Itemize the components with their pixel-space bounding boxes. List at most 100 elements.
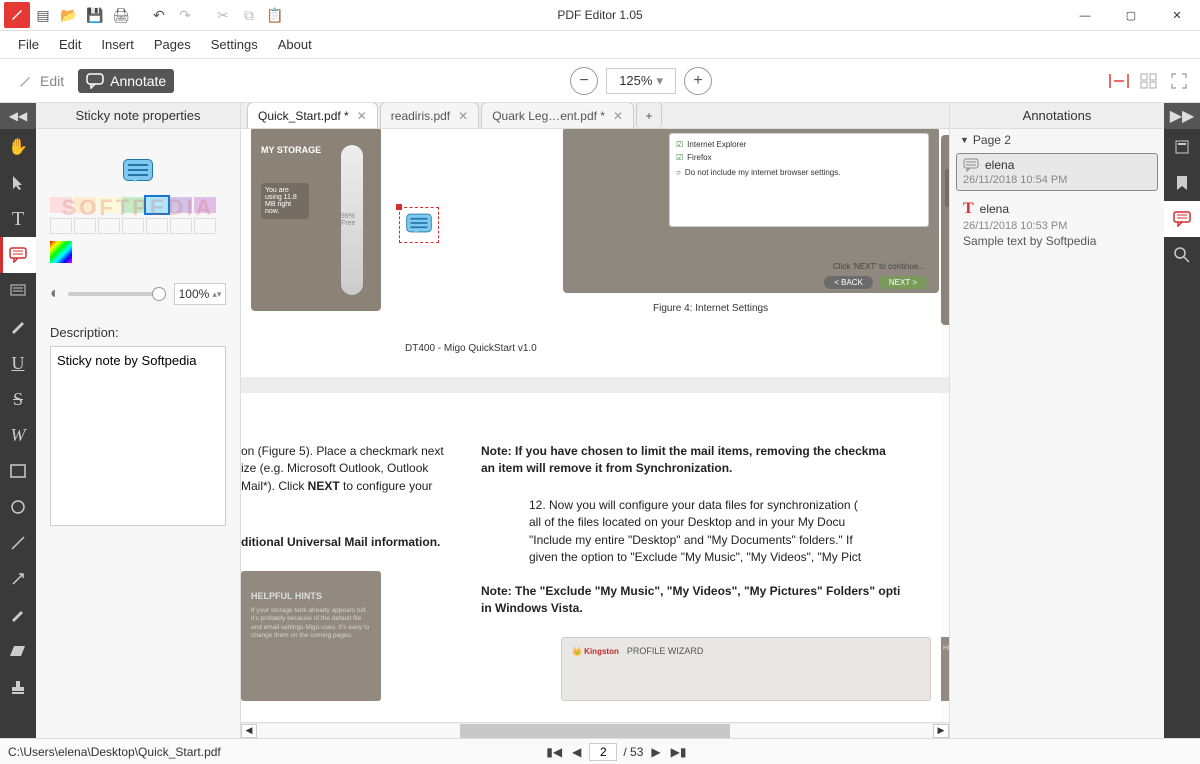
mode-edit-label: Edit	[40, 73, 64, 89]
tab-quark[interactable]: Quark Leg…ent.pdf *✕	[481, 103, 634, 128]
fullscreen-icon[interactable]	[1168, 70, 1190, 92]
tab-add[interactable]: +	[636, 103, 662, 128]
annotation-item[interactable]: Telena 26/11/2018 10:53 PM Sample text b…	[956, 195, 1158, 253]
opacity-value[interactable]: 100%▴▾	[174, 283, 226, 305]
select-tool-icon[interactable]	[0, 165, 36, 201]
close-icon[interactable]: ✕	[613, 109, 623, 123]
tab-readiris[interactable]: readiris.pdf✕	[380, 103, 479, 128]
zoom-in-button[interactable]: +	[684, 67, 712, 95]
annotations-panel: Annotations ▼Page 2 elena 26/11/2018 10:…	[949, 103, 1164, 738]
menu-settings[interactable]: Settings	[201, 33, 268, 56]
page-input[interactable]	[589, 743, 617, 761]
first-page-icon[interactable]: ▮◀	[544, 745, 564, 759]
squiggly-tool-icon[interactable]: W	[0, 417, 36, 453]
menu-insert[interactable]: Insert	[91, 33, 144, 56]
mode-annotate[interactable]: Annotate	[78, 69, 174, 93]
menu-edit[interactable]: Edit	[49, 33, 91, 56]
text-icon: T	[963, 200, 974, 218]
note-tool-icon[interactable]	[0, 237, 36, 273]
next-page-icon[interactable]: ▶	[649, 745, 662, 759]
page-total: / 53	[623, 745, 643, 759]
redo-icon[interactable]: ↷	[172, 2, 198, 28]
mode-edit[interactable]: Edit	[10, 69, 72, 93]
close-icon[interactable]: ✕	[458, 109, 468, 123]
arrow-tool-icon[interactable]	[0, 561, 36, 597]
rect-tool-icon[interactable]	[0, 453, 36, 489]
pencil-tool-icon[interactable]	[0, 597, 36, 633]
app-icon	[4, 2, 30, 28]
close-icon[interactable]: ✕	[357, 109, 367, 123]
menubar: File Edit Insert Pages Settings About	[0, 31, 1200, 59]
description-label: Description:	[50, 325, 226, 340]
storage-bar: 99% Free	[341, 145, 363, 295]
left-toolbar: ◀◀ ✋ T U S W	[0, 103, 36, 738]
properties-title: Sticky note properties	[36, 103, 240, 129]
zoom-out-button[interactable]: −	[570, 67, 598, 95]
annotations-section[interactable]: ▼Page 2	[950, 129, 1164, 151]
menu-about[interactable]: About	[268, 33, 322, 56]
document-viewport[interactable]: MY STORAGE You are using 11.8 MB right n…	[241, 129, 949, 722]
print-icon[interactable]: 🖨	[108, 2, 134, 28]
thumbnails-icon[interactable]	[1164, 129, 1200, 165]
maximize-button[interactable]: ▢	[1108, 0, 1154, 31]
annotations-tab-icon[interactable]	[1164, 201, 1200, 237]
underline-tool-icon[interactable]: U	[0, 345, 36, 381]
titlebar: ▤ 📂 💾 🖨 ↶ ↷ ✂ ⧉ 📋 PDF Editor 1.05 — ▢ ✕	[0, 0, 1200, 31]
storage-info: You are using 11.8 MB right now.	[261, 183, 309, 219]
window-title: PDF Editor 1.05	[557, 8, 642, 22]
search-icon[interactable]	[1164, 237, 1200, 273]
bookmarks-icon[interactable]	[1164, 165, 1200, 201]
figure-caption: Figure 4: Internet Settings	[653, 303, 768, 314]
cut-icon[interactable]: ✂	[210, 2, 236, 28]
view-width-icon[interactable]	[1108, 70, 1130, 92]
menu-pages[interactable]: Pages	[144, 33, 201, 56]
save-icon[interactable]: 💾	[82, 2, 108, 28]
menu-file[interactable]: File	[8, 33, 49, 56]
marker-tool-icon[interactable]	[0, 309, 36, 345]
page-nav: ▮◀ ◀ / 53 ▶ ▶▮	[221, 743, 1012, 761]
zoom-field[interactable]: 125%▾	[606, 68, 676, 94]
view-grid-icon[interactable]	[1138, 70, 1160, 92]
opacity-slider[interactable]	[68, 292, 166, 296]
color-picker-icon[interactable]	[50, 241, 72, 263]
collapse-left-icon[interactable]: ◀◀	[0, 103, 36, 129]
mode-toolbar: Edit Annotate − 125%▾ +	[0, 59, 1200, 103]
scroll-left-icon[interactable]: ◀	[241, 724, 257, 738]
document-tabs: Quick_Start.pdf *✕ readiris.pdf✕ Quark L…	[241, 103, 949, 129]
copy-icon[interactable]: ⧉	[236, 2, 262, 28]
mode-annotate-label: Annotate	[110, 73, 166, 89]
document-area: Quick_Start.pdf *✕ readiris.pdf✕ Quark L…	[241, 103, 949, 738]
line-tool-icon[interactable]	[0, 525, 36, 561]
note-preview-icon	[50, 159, 226, 181]
strikeout-tool-icon[interactable]: S	[0, 381, 36, 417]
h-scrollbar[interactable]: ◀ ▶	[241, 722, 949, 738]
scroll-right-icon[interactable]: ▶	[933, 724, 949, 738]
new-doc-icon[interactable]: ▤	[30, 2, 56, 28]
annotation-item[interactable]: elena 26/11/2018 10:54 PM	[956, 153, 1158, 191]
text-tool-icon[interactable]: T	[0, 201, 36, 237]
hand-tool-icon[interactable]: ✋	[0, 129, 36, 165]
eraser-tool-icon[interactable]	[0, 633, 36, 669]
undo-icon[interactable]: ↶	[146, 2, 172, 28]
close-button[interactable]: ✕	[1154, 0, 1200, 31]
prev-page-icon[interactable]: ◀	[570, 745, 583, 759]
right-toolbar: ▶▶	[1164, 103, 1200, 738]
opacity-icon: ◐	[50, 285, 60, 303]
annotations-title: Annotations	[950, 103, 1164, 129]
note-icon	[963, 158, 979, 172]
description-input[interactable]	[50, 346, 226, 526]
page-footer: DT400 - Migo QuickStart v1.0	[405, 343, 537, 354]
tab-quickstart[interactable]: Quick_Start.pdf *✕	[247, 103, 378, 128]
file-path: C:\Users\elena\Desktop\Quick_Start.pdf	[8, 745, 221, 759]
minimize-button[interactable]: —	[1062, 0, 1108, 31]
collapse-right-icon[interactable]: ▶▶	[1164, 103, 1200, 129]
last-page-icon[interactable]: ▶▮	[669, 745, 689, 759]
circle-tool-icon[interactable]	[0, 489, 36, 525]
stamp-tool-icon[interactable]	[0, 669, 36, 705]
statusbar: C:\Users\elena\Desktop\Quick_Start.pdf ▮…	[0, 738, 1200, 764]
open-icon[interactable]: 📂	[56, 2, 82, 28]
properties-panel: Sticky note properties SOFTPEDIA ◐ 100%▴…	[36, 103, 241, 738]
paste-icon[interactable]: 📋	[262, 2, 288, 28]
watermark: SOFTPEDIA	[50, 195, 226, 221]
highlight-tool-icon[interactable]	[0, 273, 36, 309]
